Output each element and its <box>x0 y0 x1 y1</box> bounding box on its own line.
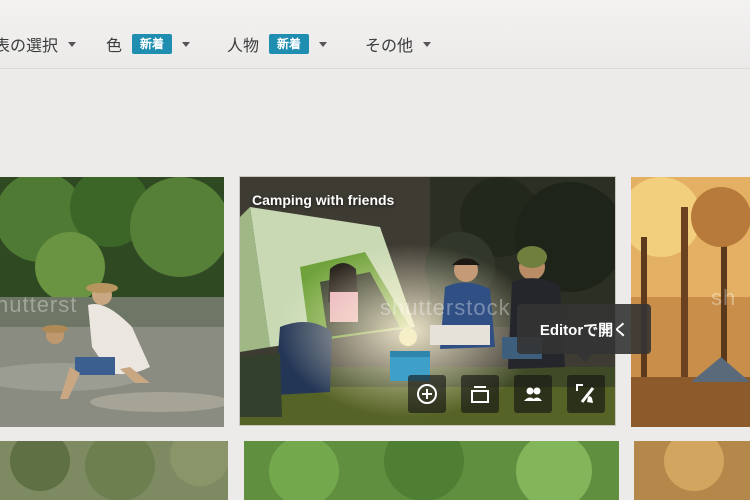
lightbox-button[interactable] <box>461 375 499 413</box>
trees-photo <box>0 441 228 500</box>
add-button[interactable] <box>408 375 446 413</box>
featured-image-tile[interactable]: shutterstock Camping with friends <box>240 177 615 425</box>
add-circle-icon <box>417 384 437 404</box>
image-grid: hutterst shutterstock Camping with frien… <box>0 0 750 500</box>
open-in-editor-icon <box>576 384 595 403</box>
similar-people-icon <box>524 387 542 401</box>
editor-tooltip: Editorで開く <box>517 304 651 362</box>
greenery-photo <box>244 441 619 500</box>
watermark: sh <box>711 285 737 310</box>
open-in-editor-button[interactable] <box>567 375 605 413</box>
watermark: shutterstock <box>380 295 511 320</box>
image-caption: Camping with friends <box>252 192 395 208</box>
image-tile[interactable]: hutterst <box>0 177 224 427</box>
image-tile[interactable] <box>0 441 228 500</box>
image-tile[interactable]: sh <box>631 177 750 427</box>
similar-people-button[interactable] <box>514 375 552 413</box>
image-tile[interactable] <box>634 441 750 500</box>
watermark: hutterst <box>0 292 78 317</box>
autumn-photo <box>634 441 750 500</box>
image-tile[interactable] <box>244 441 619 500</box>
lightbox-icon <box>471 386 489 403</box>
